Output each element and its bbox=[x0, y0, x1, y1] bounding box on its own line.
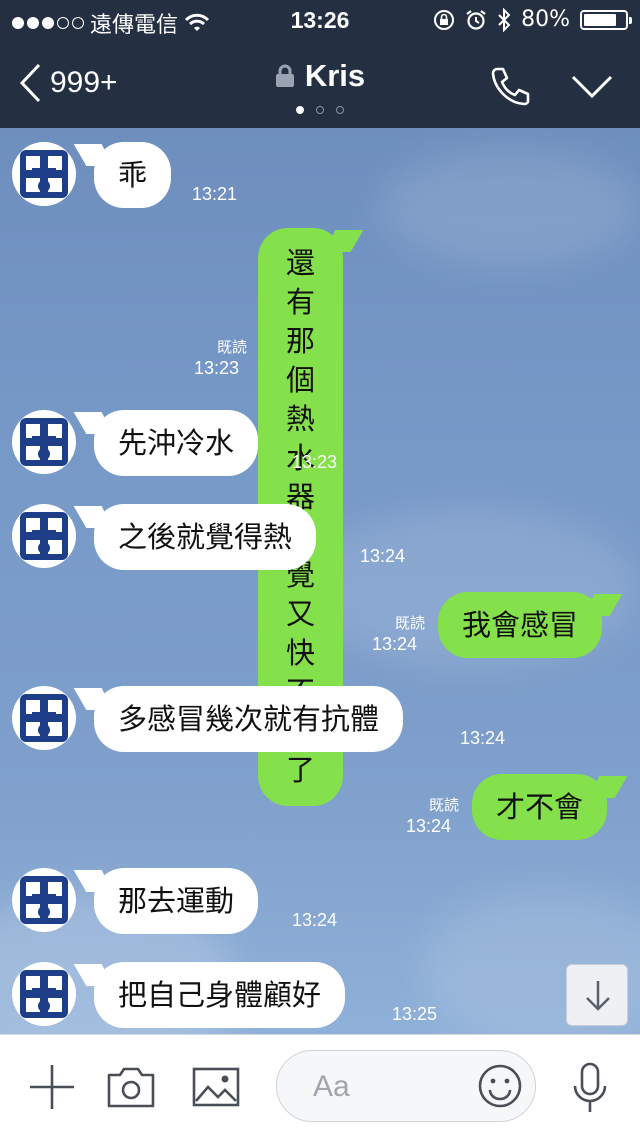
avatar[interactable] bbox=[12, 142, 76, 206]
avatar-icon bbox=[20, 876, 68, 924]
avatar-icon bbox=[20, 418, 68, 466]
chat-title-area[interactable]: Kris bbox=[0, 58, 640, 94]
message-bubble[interactable]: 多感冒幾次就有抗體 bbox=[94, 686, 404, 752]
message-time: 13:24 bbox=[292, 910, 338, 930]
avatar-icon bbox=[20, 512, 68, 560]
message-time: 13:24 bbox=[460, 728, 506, 748]
avatar[interactable] bbox=[12, 962, 76, 1026]
battery-percent: 80% bbox=[521, 7, 570, 32]
image-icon[interactable] bbox=[192, 1065, 240, 1109]
alarm-icon bbox=[466, 9, 486, 30]
chevron-down-icon[interactable] bbox=[570, 74, 614, 100]
message-input-box[interactable] bbox=[276, 1050, 536, 1122]
avatar-icon bbox=[20, 970, 68, 1018]
chat-title: Kris bbox=[304, 58, 366, 93]
avatar[interactable] bbox=[12, 410, 76, 474]
read-receipt: 既読 bbox=[428, 796, 459, 814]
message-time: 13:23 bbox=[292, 452, 338, 472]
message-bubble[interactable]: 才不會 bbox=[472, 774, 608, 840]
emoji-icon[interactable] bbox=[477, 1063, 523, 1109]
scroll-to-bottom-button[interactable] bbox=[566, 964, 628, 1026]
read-receipt: 既読 bbox=[216, 338, 247, 356]
message-bubble[interactable]: 乖 bbox=[94, 142, 172, 208]
avatar-icon bbox=[20, 694, 68, 742]
line-chat-screen: 遠傳電信 13:26 80% 999+ Kris 乖 13:21 既読 13:2… bbox=[0, 0, 640, 1136]
message-time: 13:21 bbox=[192, 184, 238, 204]
read-receipt: 既読 bbox=[394, 614, 425, 632]
status-right: 80% bbox=[433, 7, 632, 32]
chat-header: 999+ Kris bbox=[0, 40, 640, 128]
bluetooth-icon bbox=[498, 7, 511, 32]
message-bubble[interactable]: 之後就覺得熱 bbox=[94, 504, 317, 570]
message-time: 13:24 bbox=[360, 546, 406, 566]
lock-icon bbox=[275, 64, 294, 87]
avatar[interactable] bbox=[12, 686, 76, 750]
avatar[interactable] bbox=[12, 504, 76, 568]
message-time: 13:24 bbox=[406, 816, 452, 836]
microphone-icon[interactable] bbox=[570, 1061, 610, 1115]
message-bubble[interactable]: 那去運動 bbox=[94, 868, 259, 934]
plus-icon[interactable] bbox=[28, 1063, 76, 1111]
battery-icon bbox=[580, 9, 632, 30]
avatar[interactable] bbox=[12, 868, 76, 932]
avatar-icon bbox=[12, 142, 76, 206]
message-bubble[interactable]: 我會感冒 bbox=[438, 592, 603, 658]
chat-area[interactable]: 乖 13:21 既読 13:23 還有那個 熱水器 感覺又快不熱 了 先沖冷水 … bbox=[0, 128, 640, 1034]
message-time: 13:24 bbox=[372, 634, 418, 654]
camera-icon[interactable] bbox=[106, 1065, 156, 1109]
message-time: 13:23 bbox=[194, 358, 240, 378]
arrow-down-icon bbox=[586, 981, 610, 1011]
rotation-lock-icon bbox=[434, 9, 455, 30]
message-input-bar bbox=[0, 1034, 640, 1136]
message-bubble[interactable]: 先沖冷水 bbox=[94, 410, 259, 476]
message-input[interactable] bbox=[311, 1067, 465, 1107]
message-time: 13:25 bbox=[392, 1004, 438, 1024]
phone-icon[interactable] bbox=[488, 64, 532, 108]
page-indicator bbox=[0, 106, 640, 114]
message-bubble[interactable]: 把自己身體顧好 bbox=[94, 962, 346, 1028]
status-bar: 遠傳電信 13:26 80% bbox=[0, 0, 640, 40]
